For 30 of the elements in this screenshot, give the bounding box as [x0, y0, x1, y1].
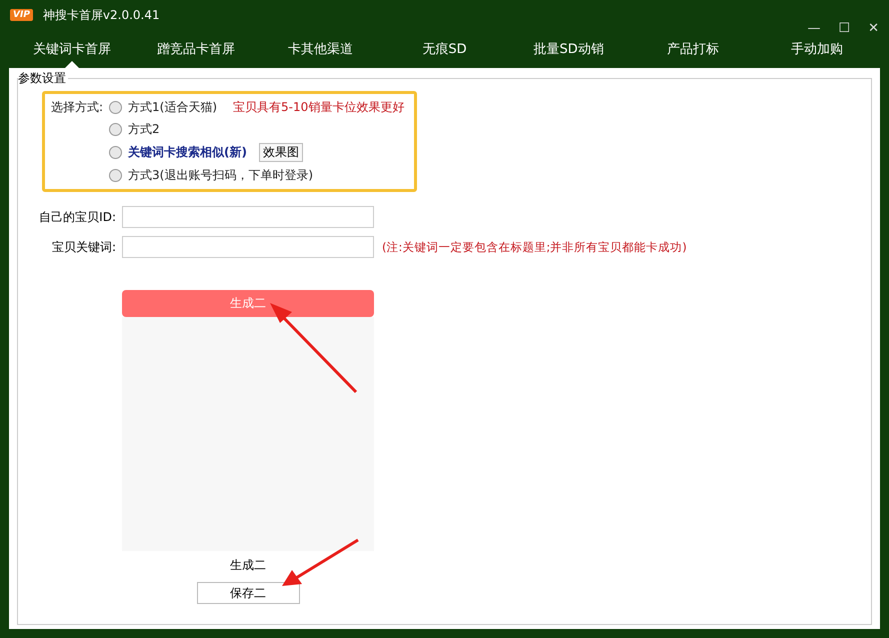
tab[interactable]: 卡其他渠道 [258, 30, 382, 68]
note-text: (注:关键词一定要包含在标题里;并非所有宝贝都能卡成功) [382, 240, 687, 254]
save-button[interactable]: 保存二 [196, 582, 300, 604]
group-title: 参数设置 [18, 70, 68, 87]
preview-button[interactable]: 效果图 [259, 143, 304, 162]
option-label[interactable]: 方式2 [128, 121, 160, 138]
input-field[interactable] [122, 206, 374, 228]
radio-button[interactable] [109, 123, 122, 136]
field-label: 自己的宝贝ID: [38, 208, 117, 226]
tab[interactable]: 关键词卡首屏 [10, 30, 134, 68]
minimize-button[interactable]: — [807, 21, 820, 36]
radio-button[interactable] [109, 146, 122, 159]
radio-button[interactable] [109, 101, 122, 114]
field-label: 宝贝关键词: [50, 238, 117, 256]
caption-text: 生成二 [230, 557, 266, 574]
tab[interactable]: 无痕SD [382, 30, 507, 68]
input-field[interactable] [122, 236, 374, 258]
window-title: 神搜卡首屏v2.0.0.41 [42, 6, 160, 24]
tab[interactable]: 批量SD动销 [506, 30, 631, 68]
close-button[interactable]: ✕ [868, 21, 879, 36]
vip-badge: VIP [10, 9, 33, 21]
maximize-button[interactable]: ☐ [838, 21, 850, 36]
method-label: 选择方式: [51, 99, 104, 116]
option-label[interactable]: 方式3(退出账号扫码，下单时登录) [128, 167, 314, 184]
option-label[interactable]: 关键词卡搜索相似(新) [128, 144, 248, 161]
tab[interactable]: 蹭竞品卡首屏 [134, 30, 258, 68]
tip-text: 宝贝具有5-10销量卡位效果更好 [233, 99, 404, 116]
radio-button[interactable] [109, 169, 122, 182]
tab[interactable]: 产品打标 [630, 30, 755, 68]
option-label[interactable]: 方式1(适合天猫) [128, 99, 218, 116]
